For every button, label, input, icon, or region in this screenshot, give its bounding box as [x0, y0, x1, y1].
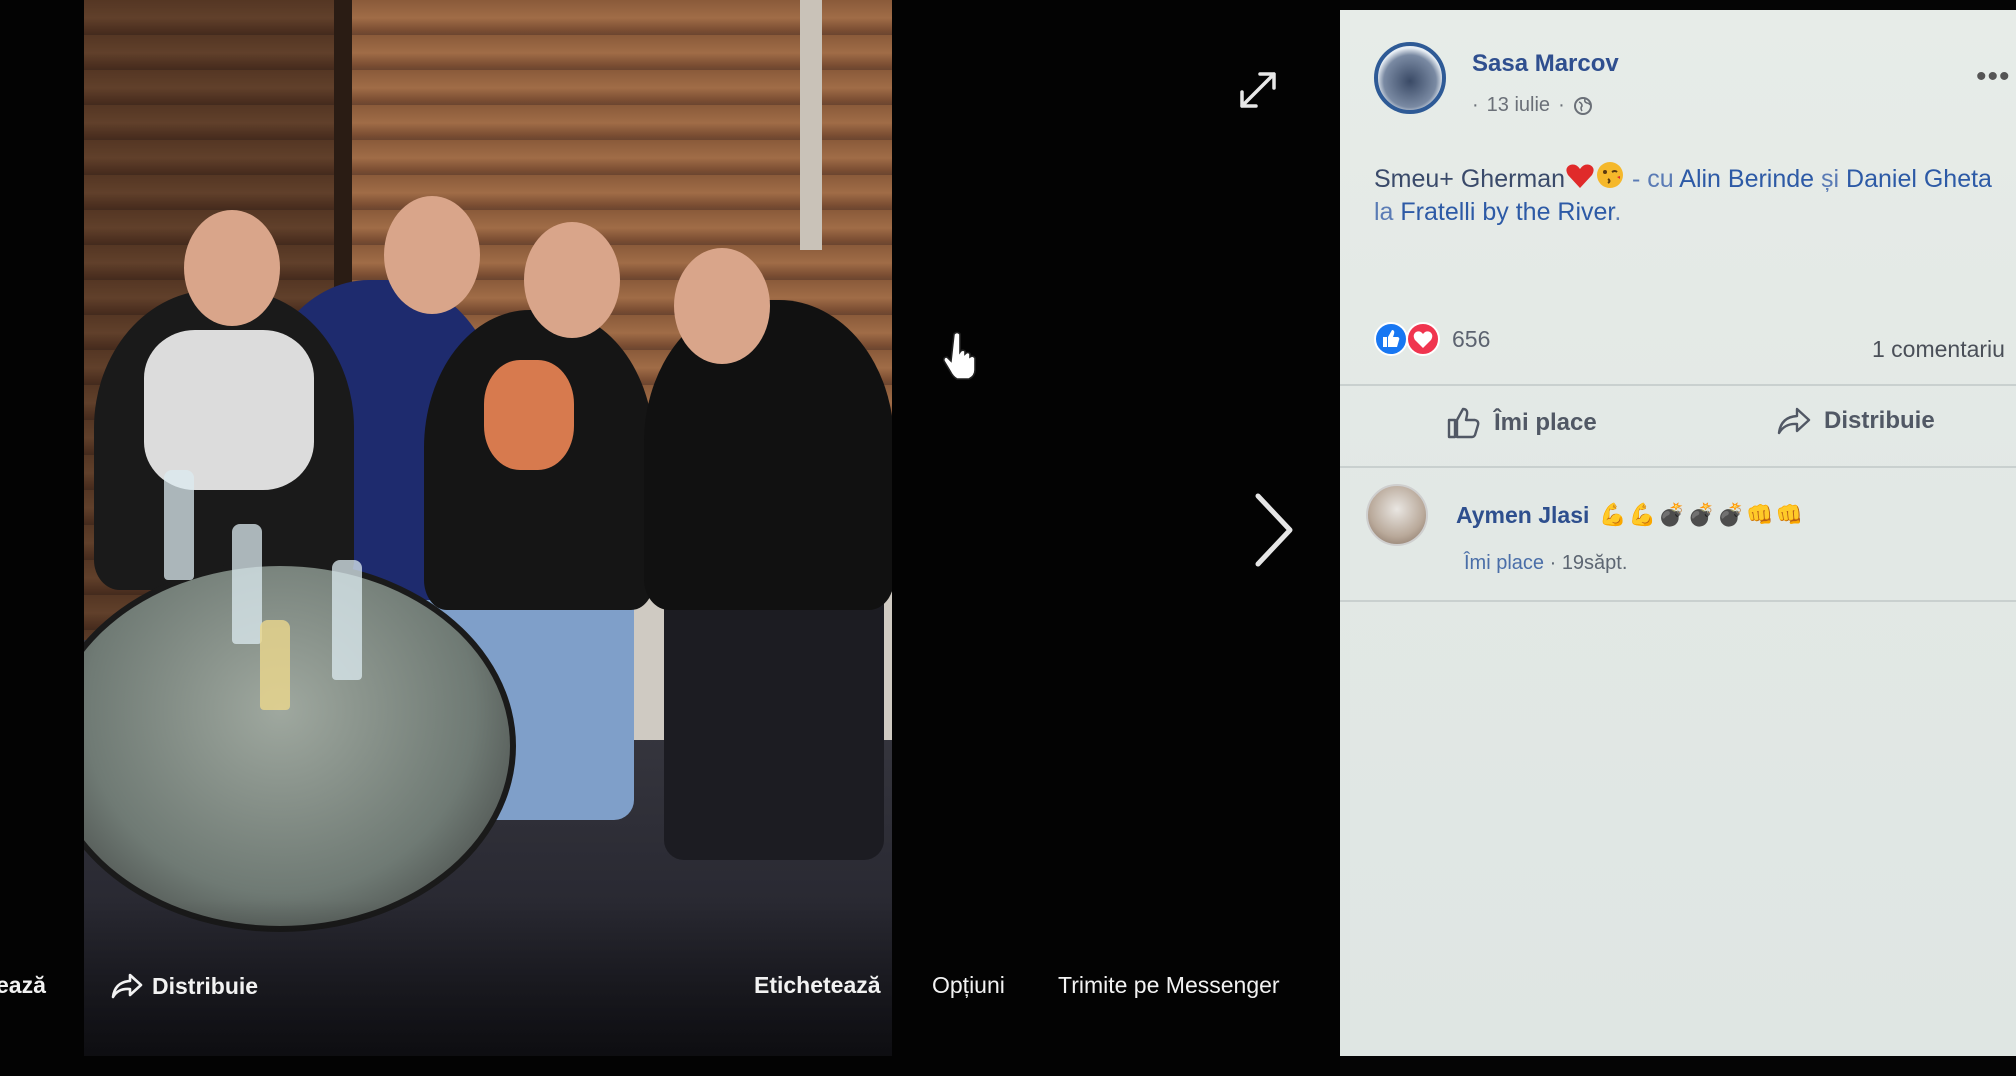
tagged-person-link[interactable]: Daniel Gheta [1846, 165, 1992, 193]
post-date[interactable]: 13 iulie [1487, 94, 1550, 117]
send-messenger-button[interactable]: Trimite pe Messenger [1058, 972, 1280, 999]
expand-icon[interactable] [1236, 68, 1280, 112]
tagged-person-link[interactable]: Alin Berinde [1679, 165, 1814, 193]
share-photo-button[interactable]: Distribuie [110, 972, 258, 1000]
comment-text: 💪💪💣💣💣👊👊 [1599, 502, 1806, 527]
divider [1340, 600, 2016, 602]
comment-bubble: Aymen Jlasi 💪💪💣💣💣👊👊 [1456, 494, 1805, 536]
options-button[interactable]: Opțiuni [932, 972, 1005, 999]
photo-person [644, 300, 892, 610]
post-text: Smeu+ Gherman - cu Alin Berinde și Danie… [1374, 160, 1994, 229]
comment-time[interactable]: 19săpt. [1562, 552, 1628, 574]
kissing-face-icon [1597, 162, 1624, 188]
more-options-icon[interactable]: ••• [1976, 60, 2011, 94]
share-label: Distribuie [1824, 407, 1935, 434]
like-reaction-icon [1374, 322, 1408, 356]
red-heart-icon [1566, 164, 1594, 188]
like-label: Îmi place [1494, 409, 1597, 436]
post-side-panel: Sasa Marcov · 13 iulie · ••• Smeu+ Gherm… [1340, 10, 2016, 1056]
reactions-summary[interactable]: 656 [1374, 322, 1490, 356]
share-button[interactable]: Distribuie [1776, 406, 1935, 436]
like-button[interactable]: Îmi place [1446, 406, 1597, 440]
place-link[interactable]: Fratelli by the River [1400, 198, 1614, 226]
globe-icon [1573, 96, 1592, 115]
post-text-at: la [1374, 198, 1401, 226]
photo-viewer: ează Distribuie Etichetează Opțiuni Trim… [0, 0, 1340, 1076]
hand-cursor-icon [943, 331, 976, 380]
post-photo[interactable] [84, 0, 892, 1056]
commenter-avatar[interactable] [1366, 484, 1428, 546]
love-reaction-icon [1406, 322, 1440, 356]
tag-photo-button[interactable]: Etichetează [754, 972, 881, 999]
share-arrow-icon [1777, 407, 1811, 435]
post-text-and: și [1814, 165, 1847, 193]
author-avatar[interactable] [1374, 42, 1446, 114]
next-photo-chevron-icon[interactable] [1246, 490, 1302, 570]
comment-author[interactable]: Aymen Jlasi [1456, 502, 1589, 529]
thumbs-up-icon [1447, 407, 1480, 439]
post-text-end: . [1614, 198, 1622, 226]
reaction-count: 656 [1452, 325, 1491, 352]
post-meta: · 13 iulie · [1472, 94, 1593, 117]
share-photo-label: Distribuie [152, 972, 259, 999]
comment-meta: Îmi place · 19săpt. [1464, 552, 1628, 574]
post-text-with: - cu [1625, 165, 1680, 193]
post-text-start: Smeu+ Gherman [1374, 165, 1566, 193]
comment-like-button[interactable]: Îmi place [1464, 552, 1544, 574]
share-arrow-icon [111, 973, 143, 999]
comment-count[interactable]: 1 comentariu [1872, 336, 2005, 363]
divider [1340, 466, 2016, 468]
post-author[interactable]: Sasa Marcov [1472, 50, 1619, 78]
divider [1340, 384, 2016, 386]
tag-button-partial[interactable]: ează [0, 972, 46, 999]
